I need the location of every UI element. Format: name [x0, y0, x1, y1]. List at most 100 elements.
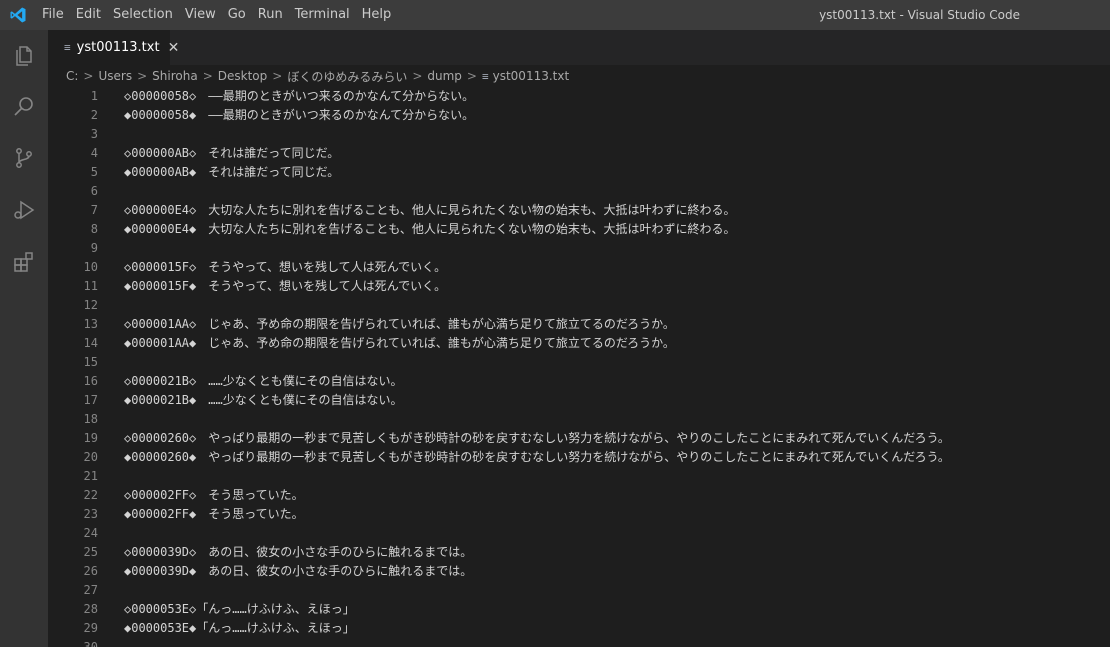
menu-run[interactable]: Run [252, 0, 289, 30]
editor-area[interactable]: 1 ◇00000058◇ ――最期のときがいつ来るのかなんて分からない。 2 ◆00… [48, 87, 1110, 647]
line-text[interactable]: ◇00000260◇ やっぱり最期の一秒まで見苦しくもがき砂時計の砂を戻すむなし… [124, 429, 950, 448]
tab-yst00113[interactable]: ≡ yst00113.txt ✕ [48, 30, 179, 65]
line-text[interactable]: ◆0000021B◆ ……少なくとも僕にその自信はない。 [124, 391, 402, 410]
title-bar: File Edit Selection View Go Run Terminal… [0, 0, 1110, 30]
line-number: 3 [90, 127, 98, 141]
line-text[interactable]: ◇0000039D◇ あの日、彼女の小さな手のひらに触れるまでは。 [124, 543, 472, 562]
line-number: 30 [83, 640, 98, 647]
line-number: 8 [90, 222, 98, 236]
chevron-right-icon: > [466, 69, 477, 83]
line-text[interactable]: ◇000000AB◇ それは誰だって同じだ。 [124, 144, 339, 163]
menu-bar: File Edit Selection View Go Run Terminal… [36, 0, 397, 30]
code-line[interactable]: 4 ◇000000AB◇ それは誰だって同じだ。 [48, 144, 1110, 163]
tab-label: yst00113.txt [76, 40, 160, 55]
line-text[interactable]: ◆0000053E◆「んっ……けふけふ、えほっ」 [124, 619, 355, 638]
menu-view[interactable]: View [179, 0, 222, 30]
line-number: 1 [90, 89, 98, 103]
code-line[interactable]: 29 ◆0000053E◆「んっ……けふけふ、えほっ」 [48, 619, 1110, 638]
code-line[interactable]: 2 ◆00000058◆ ――最期のときがいつ来るのかなんて分からない。 [48, 106, 1110, 125]
chevron-right-icon: > [202, 69, 213, 83]
line-number: 14 [83, 336, 98, 350]
source-control-icon[interactable] [12, 146, 36, 170]
code-line[interactable]: 10 ◇0000015F◇ そうやって、想いを残して人は死んでいく。 [48, 258, 1110, 277]
code-line[interactable]: 17 ◆0000021B◆ ……少なくとも僕にその自信はない。 [48, 391, 1110, 410]
line-text[interactable]: ◆00000058◆ ――最期のときがいつ来るのかなんて分からない。 [124, 106, 474, 125]
code-line[interactable]: 30 [48, 638, 1110, 647]
menu-terminal[interactable]: Terminal [289, 0, 356, 30]
breadcrumb-item[interactable]: Shiroha [150, 69, 200, 83]
code-line[interactable]: 13 ◇000001AA◇ じゃあ、予め命の期限を告げられていれば、誰もが心満ち足… [48, 315, 1110, 334]
line-number: 21 [83, 469, 98, 483]
line-number: 26 [83, 564, 98, 578]
code-line[interactable]: 21 [48, 467, 1110, 486]
code-line[interactable]: 6 [48, 182, 1110, 201]
code-line[interactable]: 5 ◆000000AB◆ それは誰だって同じだ。 [48, 163, 1110, 182]
extensions-icon[interactable] [12, 250, 36, 274]
menu-go[interactable]: Go [222, 0, 252, 30]
tab-bar: ≡ yst00113.txt ✕ [48, 30, 1110, 65]
chevron-right-icon: > [272, 69, 283, 83]
code-line[interactable]: 8 ◆000000E4◆ 大切な人たちに別れを告げることも、他人に見られたくない物… [48, 220, 1110, 239]
explorer-icon[interactable] [12, 42, 36, 66]
text-file-icon: ≡ [481, 69, 489, 83]
line-text[interactable]: ◇000000E4◇ 大切な人たちに別れを告げることも、他人に見られたくない物の… [124, 201, 736, 220]
vscode-logo-icon[interactable] [9, 6, 27, 24]
line-number: 7 [90, 203, 98, 217]
line-text[interactable]: ◇000002FF◇ そう思っていた。 [124, 486, 304, 505]
line-number: 11 [83, 279, 98, 293]
menu-edit[interactable]: Edit [70, 0, 107, 30]
line-text[interactable]: ◆00000260◆ やっぱり最期の一秒まで見苦しくもがき砂時計の砂を戻すむなし… [124, 448, 950, 467]
code-line[interactable]: 15 [48, 353, 1110, 372]
code-line[interactable]: 27 [48, 581, 1110, 600]
code-line[interactable]: 9 [48, 239, 1110, 258]
line-text[interactable]: ◆000000AB◆ それは誰だって同じだ。 [124, 163, 339, 182]
breadcrumb-item[interactable]: ぼくのゆめみるみらい [285, 68, 409, 85]
breadcrumb-item[interactable]: C: [64, 69, 80, 83]
code-line[interactable]: 7 ◇000000E4◇ 大切な人たちに別れを告げることも、他人に見られたくない物… [48, 201, 1110, 220]
line-number: 27 [83, 583, 98, 597]
menu-help[interactable]: Help [356, 0, 398, 30]
breadcrumb: C: > Users > Shiroha > Desktop > ぼくのゆめみる… [48, 65, 1110, 87]
search-icon[interactable] [12, 94, 36, 118]
line-text[interactable]: ◆000001AA◆ じゃあ、予め命の期限を告げられていれば、誰もが心満ち足りて… [124, 334, 675, 353]
line-number: 5 [90, 165, 98, 179]
menu-file[interactable]: File [36, 0, 70, 30]
line-text[interactable]: ◆0000015F◆ そうやって、想いを残して人は死んでいく。 [124, 277, 446, 296]
breadcrumb-item[interactable]: dump [425, 69, 464, 83]
breadcrumb-item[interactable]: Desktop [216, 69, 270, 83]
code-line[interactable]: 25 ◇0000039D◇ あの日、彼女の小さな手のひらに触れるまでは。 [48, 543, 1110, 562]
code-line[interactable]: 24 [48, 524, 1110, 543]
code-line[interactable]: 14 ◆000001AA◆ じゃあ、予め命の期限を告げられていれば、誰もが心満ち足… [48, 334, 1110, 353]
line-text[interactable]: ◇00000058◇ ――最期のときがいつ来るのかなんて分からない。 [124, 87, 474, 106]
code-line[interactable]: 19 ◇00000260◇ やっぱり最期の一秒まで見苦しくもがき砂時計の砂を戻すむ… [48, 429, 1110, 448]
run-debug-icon[interactable] [12, 198, 36, 222]
chevron-right-icon: > [137, 69, 148, 83]
line-text[interactable]: ◆000002FF◆ そう思っていた。 [124, 505, 304, 524]
breadcrumb-item[interactable]: yst00113.txt [491, 69, 572, 83]
breadcrumb-item[interactable]: Users [96, 69, 134, 83]
window-title: yst00113.txt - Visual Studio Code [819, 8, 1020, 22]
chevron-right-icon: > [412, 69, 423, 83]
code-line[interactable]: 11 ◆0000015F◆ そうやって、想いを残して人は死んでいく。 [48, 277, 1110, 296]
code-line[interactable]: 20 ◆00000260◆ やっぱり最期の一秒まで見苦しくもがき砂時計の砂を戻すむ… [48, 448, 1110, 467]
line-number: 10 [83, 260, 98, 274]
line-text[interactable]: ◆000000E4◆ 大切な人たちに別れを告げることも、他人に見られたくない物の… [124, 220, 736, 239]
code-line[interactable]: 26 ◆0000039D◆ あの日、彼女の小さな手のひらに触れるまでは。 [48, 562, 1110, 581]
line-text[interactable]: ◇000001AA◇ じゃあ、予め命の期限を告げられていれば、誰もが心満ち足りて… [124, 315, 675, 334]
line-text[interactable]: ◇0000053E◇「んっ……けふけふ、えほっ」 [124, 600, 355, 619]
code-line[interactable]: 12 [48, 296, 1110, 315]
code-line[interactable]: 1 ◇00000058◇ ――最期のときがいつ来るのかなんて分からない。 [48, 87, 1110, 106]
code-line[interactable]: 23 ◆000002FF◆ そう思っていた。 [48, 505, 1110, 524]
line-number: 23 [83, 507, 98, 521]
code-line[interactable]: 16 ◇0000021B◇ ……少なくとも僕にその自信はない。 [48, 372, 1110, 391]
line-text[interactable]: ◇0000015F◇ そうやって、想いを残して人は死んでいく。 [124, 258, 446, 277]
code-line[interactable]: 22 ◇000002FF◇ そう思っていた。 [48, 486, 1110, 505]
code-line[interactable]: 18 [48, 410, 1110, 429]
menu-selection[interactable]: Selection [107, 0, 179, 30]
line-number: 19 [83, 431, 98, 445]
line-text[interactable]: ◇0000021B◇ ……少なくとも僕にその自信はない。 [124, 372, 402, 391]
code-line[interactable]: 3 [48, 125, 1110, 144]
code-line[interactable]: 28 ◇0000053E◇「んっ……けふけふ、えほっ」 [48, 600, 1110, 619]
close-icon[interactable]: ✕ [168, 40, 180, 56]
line-text[interactable]: ◆0000039D◆ あの日、彼女の小さな手のひらに触れるまでは。 [124, 562, 472, 581]
